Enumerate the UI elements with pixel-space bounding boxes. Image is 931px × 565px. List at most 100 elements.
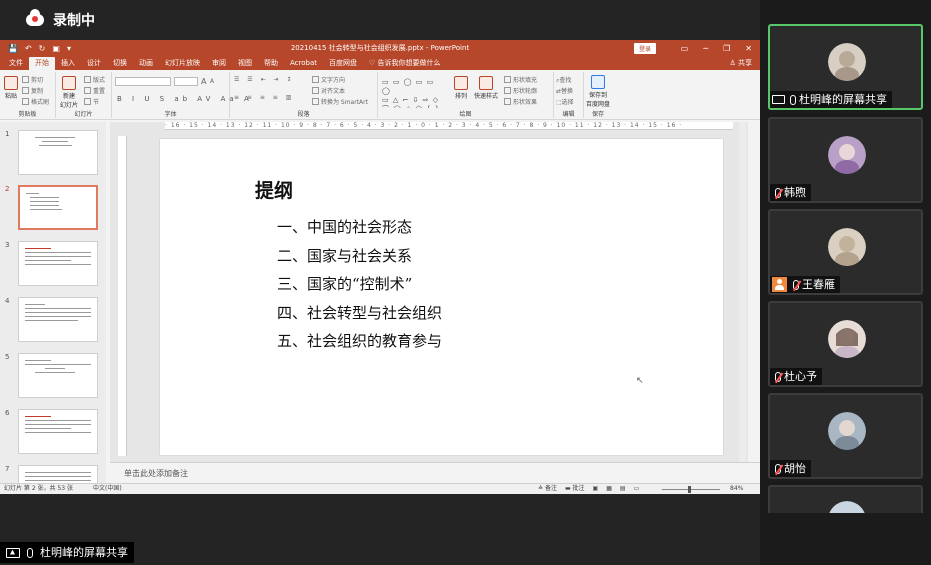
text-direction-button[interactable]: 文字方向: [312, 75, 345, 84]
tab-baidu-netdisk[interactable]: 百度网盘: [323, 57, 363, 70]
slides-group-label: 幻灯片: [74, 111, 93, 118]
align-text-button[interactable]: 对齐文本: [312, 86, 345, 95]
ribbon-display-icon[interactable]: ▭: [681, 44, 689, 53]
share-person-icon: ♙: [729, 59, 738, 67]
zoom-level[interactable]: 84%: [730, 484, 743, 494]
start-from-beginning-icon[interactable]: ▣: [52, 44, 60, 53]
slide-outline[interactable]: 一、中国的社会形态 二、国家与社会关系 三、国家的“控制术” 四、社会转型与社会…: [277, 213, 442, 356]
slide-count: 幻灯片 第 2 张，共 53 张: [4, 485, 73, 492]
redo-icon[interactable]: ↻: [39, 44, 46, 53]
slide-thumbnail-selected[interactable]: [18, 185, 98, 230]
font-size-box[interactable]: [174, 77, 198, 86]
thumb-number: 5: [5, 353, 10, 361]
close-icon[interactable]: ✕: [745, 44, 752, 53]
tab-review[interactable]: 审阅: [206, 57, 232, 70]
slide-title[interactable]: 提纲: [255, 176, 293, 203]
shape-outline-button[interactable]: 形状轮廓: [504, 86, 537, 95]
participant-tile-partial[interactable]: [768, 485, 923, 513]
slide-thumbnail[interactable]: [18, 409, 98, 454]
participant-name: 韩煦: [784, 186, 806, 199]
participant-tile[interactable]: 韩煦: [768, 117, 923, 203]
copy-button[interactable]: 复制: [22, 86, 43, 95]
new-slide-icon: [62, 76, 76, 90]
tab-home[interactable]: 开始: [29, 57, 55, 70]
save-to-netdisk-button[interactable]: 保存到 百度网盘: [584, 75, 612, 108]
participant-name-bar: 韩煦: [770, 184, 811, 201]
format-painter-button[interactable]: 格式刷: [22, 97, 49, 106]
tab-animations[interactable]: 动画: [133, 57, 159, 70]
notes-toggle[interactable]: ≙ 备注: [538, 484, 557, 494]
quick-styles-button[interactable]: 快速样式: [474, 76, 498, 100]
current-slide[interactable]: 提纲 一、中国的社会形态 二、国家与社会关系 三、国家的“控制术” 四、社会转型…: [160, 139, 723, 455]
layout-button[interactable]: 版式: [84, 75, 105, 84]
group-paragraph: ☰ ☰ ⇤ ⇥ ↕ ≡ ≡ ≡ ≡ ▥ 文字方向 对齐文本 转换为 SmartA…: [230, 72, 378, 118]
tab-help[interactable]: 帮助: [258, 57, 284, 70]
zoom-slider-thumb[interactable]: [688, 486, 691, 493]
view-reading-icon[interactable]: ▤: [620, 484, 626, 494]
presenter-tag: 杜明峰的屏幕共享: [0, 542, 134, 563]
tab-file[interactable]: 文件: [3, 57, 29, 70]
shapes-gallery[interactable]: ▭ ▭ ◯ ▭ ▭ ◯▭ △ ⌐ ⇩ ⇨ ◇⌒ ◯ ☆ ⬠ { }: [382, 78, 446, 108]
view-normal-icon[interactable]: ▣: [593, 484, 599, 494]
microphone-muted-icon: [775, 187, 781, 198]
slide-thumbnail[interactable]: [18, 241, 98, 286]
tab-acrobat[interactable]: Acrobat: [284, 57, 323, 70]
participant-panel: 杜明峰的屏幕共享 韩煦 王春雁 杜心予 胡怡: [760, 0, 931, 565]
tab-transitions[interactable]: 切换: [107, 57, 133, 70]
font-size-decrease[interactable]: A: [210, 78, 214, 85]
replace-label: 替换: [561, 88, 574, 95]
paste-button[interactable]: 粘贴: [4, 76, 18, 100]
outline-item: 二、国家与社会关系: [277, 246, 413, 265]
undo-icon[interactable]: ↶: [25, 44, 32, 53]
vertical-scrollbar[interactable]: [739, 122, 746, 462]
fill-icon: [504, 76, 511, 83]
shape-effect-button[interactable]: 形状效果: [504, 97, 537, 106]
zoom-slider[interactable]: [662, 489, 720, 490]
arrange-button[interactable]: 排列: [454, 76, 468, 100]
microphone-muted-icon: [775, 371, 781, 382]
text-direction-icon: [312, 76, 319, 83]
slide-thumbnail[interactable]: [18, 465, 98, 484]
slide-thumbnail[interactable]: [18, 353, 98, 398]
login-button[interactable]: 登录: [634, 43, 657, 54]
view-slideshow-icon[interactable]: ▭: [634, 484, 640, 494]
restore-icon[interactable]: ❐: [723, 44, 730, 53]
thumb-number: 6: [5, 409, 10, 417]
shape-fill-button[interactable]: 形状填充: [504, 75, 537, 84]
customize-toolbar-icon[interactable]: ▾: [67, 44, 71, 53]
notes-pane[interactable]: 单击此处添加备注: [110, 462, 760, 482]
reset-button[interactable]: 重置: [84, 86, 105, 95]
minimize-icon[interactable]: ─: [703, 44, 708, 53]
participant-tile[interactable]: 胡怡: [768, 393, 923, 479]
replace-button[interactable]: ⇄替换: [556, 86, 573, 95]
tab-insert[interactable]: 插入: [55, 57, 81, 70]
participant-tile[interactable]: 杜心予: [768, 301, 923, 387]
participant-tile[interactable]: 杜明峰的屏幕共享: [768, 24, 923, 110]
tab-view[interactable]: 视图: [232, 57, 258, 70]
tab-design[interactable]: 设计: [81, 57, 107, 70]
status-actions: ≙ 备注 ▬ 批注 ▣ ▦ ▤ ▭: [538, 484, 639, 494]
tab-slideshow[interactable]: 幻灯片放映: [159, 57, 206, 70]
new-slide-button[interactable]: 新建 幻灯片: [58, 76, 80, 109]
view-sorter-icon[interactable]: ▦: [606, 484, 612, 494]
select-button[interactable]: ⬚选择: [556, 97, 574, 106]
font-group-label: 字体: [164, 111, 177, 118]
comments-toggle[interactable]: ▬ 批注: [565, 484, 585, 494]
slide-canvas: · 16 · 15 · 14 · 13 · 12 · 11 · 10 · 9 ·…: [110, 122, 748, 462]
font-name-box[interactable]: [115, 77, 171, 86]
align-buttons[interactable]: ≡ ≡ ≡ ≡ ▥: [234, 94, 294, 101]
font-size-increase[interactable]: A: [201, 77, 206, 86]
tell-me-search[interactable]: ♡ 告诉我你想要做什么: [363, 57, 447, 70]
save-icon[interactable]: 💾: [8, 44, 18, 53]
section-button[interactable]: 节: [84, 97, 99, 106]
comment-icon: ▬: [564, 485, 573, 492]
outline-item: 五、社会组织的教育参与: [277, 332, 443, 350]
slide-thumbnail[interactable]: [18, 297, 98, 342]
list-buttons[interactable]: ☰ ☰ ⇤ ⇥ ↕: [234, 76, 294, 83]
cut-button[interactable]: 剪切: [22, 75, 43, 84]
participant-tile[interactable]: 王春雁: [768, 209, 923, 295]
share-button[interactable]: ♙ 共享: [729, 57, 752, 69]
smartart-button[interactable]: 转换为 SmartArt: [312, 97, 368, 106]
slide-thumbnail[interactable]: [18, 130, 98, 175]
find-button[interactable]: ⌕查找: [556, 75, 571, 85]
